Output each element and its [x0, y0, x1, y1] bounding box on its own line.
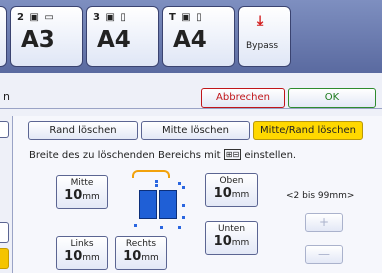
- rechts-value-button[interactable]: Rechts 10mm: [115, 236, 167, 270]
- tab-mitte-loeschen[interactable]: Mitte löschen: [141, 121, 250, 140]
- cancel-button[interactable]: Abbrechen: [201, 88, 285, 108]
- unten-value-button[interactable]: Unten 10mm: [205, 221, 258, 255]
- unten-value: 10mm: [213, 234, 250, 249]
- tab-mitte-rand-loeschen[interactable]: Mitte/Rand löschen: [253, 121, 363, 140]
- range-hint: <2 bis 99mm>: [286, 191, 355, 201]
- paper-tray-t-button[interactable]: T ▣ ▯ A4: [162, 6, 235, 67]
- decrease-button[interactable]: —: [305, 245, 343, 264]
- tray-t-icon: T ▣ ▯: [169, 12, 203, 23]
- tray-3-size: A4: [97, 27, 131, 53]
- instruction-after: einstellen.: [244, 150, 297, 161]
- increase-button[interactable]: +: [305, 213, 343, 232]
- bypass-label: Bypass: [246, 41, 279, 51]
- plus-minus-keys-icon: ⊞⊟: [223, 149, 242, 160]
- left-panel-stub-selected[interactable]: [0, 248, 9, 269]
- oben-value-button[interactable]: Oben 10mm: [205, 173, 258, 207]
- tray-t-size: A4: [173, 27, 207, 53]
- instruction-text: Breite des zu löschenden Bereichs mit ⊞⊟…: [29, 149, 296, 161]
- links-value: 10mm: [64, 249, 100, 264]
- oben-value: 10mm: [213, 186, 250, 201]
- left-page-icon: [139, 190, 157, 219]
- bypass-icon: ⤓: [257, 13, 264, 29]
- tab-rand-loeschen[interactable]: Rand löschen: [28, 121, 138, 140]
- mitte-value: 10mm: [64, 188, 100, 203]
- instruction-before: Breite des zu löschenden Bereichs mit: [29, 150, 221, 161]
- tray-3-icon: 3 ▣ ▯: [93, 12, 127, 23]
- left-panel-stub[interactable]: [0, 222, 9, 243]
- paper-tray-2-button[interactable]: 2 ▣ ▭ A3: [10, 6, 83, 67]
- paper-tray-3-button[interactable]: 3 ▣ ▯ A4: [86, 6, 159, 67]
- paper-tray-stub[interactable]: [0, 6, 7, 67]
- left-panel-stub[interactable]: [0, 121, 9, 138]
- ok-button[interactable]: OK: [288, 88, 376, 108]
- paper-tray-bar: 2 ▣ ▭ A3 3 ▣ ▯ A4 T ▣ ▯ A4 ⤓ Bypass: [0, 0, 382, 73]
- action-bar-fragment: n: [3, 90, 10, 103]
- right-page-icon: [159, 190, 177, 219]
- links-value-button[interactable]: Links 10mm: [56, 236, 108, 270]
- tray-2-icon: 2 ▣ ▭: [17, 12, 55, 23]
- page-layout-diagram: [118, 168, 198, 238]
- mitte-value-button[interactable]: Mitte 10mm: [56, 175, 108, 209]
- tray-2-size: A3: [21, 27, 55, 53]
- rechts-value: 10mm: [123, 249, 159, 264]
- bypass-tray-button[interactable]: ⤓ Bypass: [238, 6, 291, 67]
